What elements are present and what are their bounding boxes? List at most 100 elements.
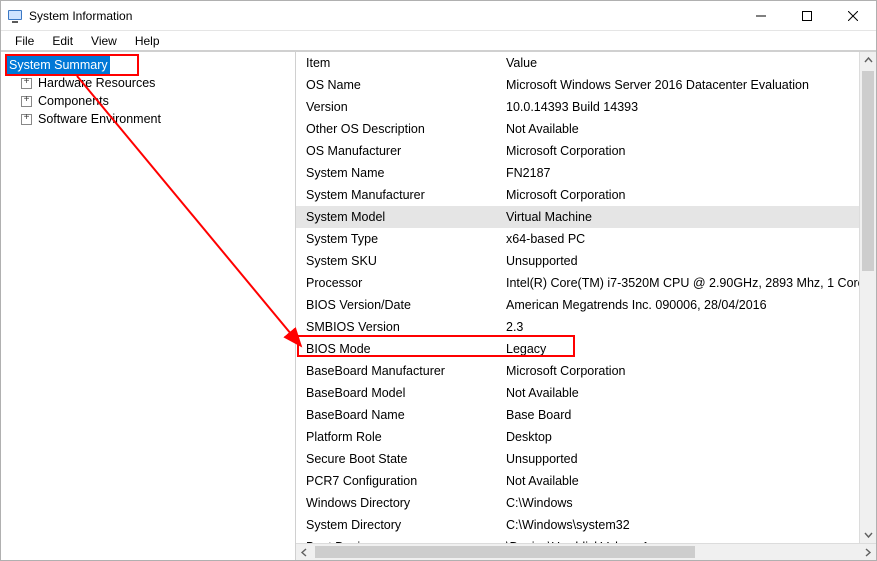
table-row[interactable]: ProcessorIntel(R) Core(TM) i7-3520M CPU …	[296, 272, 876, 294]
cell-value: Unsupported	[496, 250, 876, 272]
titlebar: System Information	[1, 1, 876, 31]
table-row[interactable]: Boot Device\Device\HarddiskVolume1	[296, 536, 876, 543]
table-row[interactable]: System Typex64-based PC	[296, 228, 876, 250]
cell-item: Windows Directory	[296, 492, 496, 514]
cell-value: Virtual Machine	[496, 206, 876, 228]
table-row[interactable]: System ModelVirtual Machine	[296, 206, 876, 228]
scrollbar-thumb[interactable]	[862, 71, 874, 271]
cell-item: PCR7 Configuration	[296, 470, 496, 492]
table-row[interactable]: System DirectoryC:\Windows\system32	[296, 514, 876, 536]
cell-item: System Manufacturer	[296, 184, 496, 206]
minimize-button[interactable]	[738, 1, 784, 30]
cell-item: Boot Device	[296, 536, 496, 543]
tree-node-label: Components	[36, 92, 111, 110]
scrollbar-thumb[interactable]	[315, 546, 695, 558]
cell-item: BIOS Mode	[296, 338, 496, 360]
cell-item: System Type	[296, 228, 496, 250]
cell-item: SMBIOS Version	[296, 316, 496, 338]
vertical-scrollbar[interactable]	[859, 52, 876, 543]
cell-item: BaseBoard Manufacturer	[296, 360, 496, 382]
cell-item: OS Manufacturer	[296, 140, 496, 162]
scroll-up-icon[interactable]	[860, 52, 876, 69]
expand-icon[interactable]	[21, 114, 32, 125]
menu-help[interactable]: Help	[127, 32, 168, 50]
table-row[interactable]: Other OS DescriptionNot Available	[296, 118, 876, 140]
tree-node-components[interactable]: Components	[21, 92, 289, 110]
scrollbar-track[interactable]	[860, 69, 876, 526]
table-row[interactable]: BaseBoard ModelNot Available	[296, 382, 876, 404]
table-row[interactable]: BaseBoard ManufacturerMicrosoft Corporat…	[296, 360, 876, 382]
cell-value: Desktop	[496, 426, 876, 448]
column-header-item[interactable]: Item	[296, 52, 496, 74]
table-row[interactable]: Version10.0.14393 Build 14393	[296, 96, 876, 118]
grid-header-row: Item Value	[296, 52, 876, 74]
maximize-button[interactable]	[784, 1, 830, 30]
detail-panel: Item Value OS NameMicrosoft Windows Serv…	[296, 52, 876, 560]
cell-item: BaseBoard Model	[296, 382, 496, 404]
scroll-left-icon[interactable]	[296, 548, 313, 557]
cell-item: System Model	[296, 206, 496, 228]
table-row[interactable]: PCR7 ConfigurationNot Available	[296, 470, 876, 492]
cell-value: Microsoft Corporation	[496, 184, 876, 206]
menu-view[interactable]: View	[83, 32, 125, 50]
table-row[interactable]: Platform RoleDesktop	[296, 426, 876, 448]
cell-value: x64-based PC	[496, 228, 876, 250]
cell-item: OS Name	[296, 74, 496, 96]
window-title: System Information	[29, 9, 132, 23]
scrollbar-track[interactable]	[313, 544, 859, 560]
table-row[interactable]: OS ManufacturerMicrosoft Corporation	[296, 140, 876, 162]
expand-icon[interactable]	[21, 96, 32, 107]
table-row[interactable]: BIOS Version/DateAmerican Megatrends Inc…	[296, 294, 876, 316]
expand-icon[interactable]	[21, 78, 32, 89]
cell-value: C:\Windows\system32	[496, 514, 876, 536]
content-area: System Summary Hardware Resources Compon…	[1, 51, 876, 560]
table-row[interactable]: Windows DirectoryC:\Windows	[296, 492, 876, 514]
cell-value: Intel(R) Core(TM) i7-3520M CPU @ 2.90GHz…	[496, 272, 876, 294]
menu-file[interactable]: File	[7, 32, 42, 50]
cell-item: BIOS Version/Date	[296, 294, 496, 316]
cell-value: Not Available	[496, 470, 876, 492]
table-row[interactable]: BIOS ModeLegacy	[296, 338, 876, 360]
tree-panel: System Summary Hardware Resources Compon…	[1, 52, 296, 560]
cell-value: \Device\HarddiskVolume1	[496, 536, 876, 543]
cell-value: 2.3	[496, 316, 876, 338]
scroll-down-icon[interactable]	[860, 526, 876, 543]
cell-item: Other OS Description	[296, 118, 496, 140]
tree-node-label: Software Environment	[36, 110, 163, 128]
table-row[interactable]: SMBIOS Version2.3	[296, 316, 876, 338]
tree-node-label: System Summary	[7, 56, 110, 74]
tree-node-software-environment[interactable]: Software Environment	[21, 110, 289, 128]
cell-item: Secure Boot State	[296, 448, 496, 470]
scroll-right-icon[interactable]	[859, 548, 876, 557]
close-button[interactable]	[830, 1, 876, 30]
cell-value: Not Available	[496, 382, 876, 404]
column-header-value[interactable]: Value	[496, 52, 876, 74]
cell-value: C:\Windows	[496, 492, 876, 514]
cell-value: Microsoft Corporation	[496, 360, 876, 382]
cell-value: Base Board	[496, 404, 876, 426]
table-row[interactable]: OS NameMicrosoft Windows Server 2016 Dat…	[296, 74, 876, 96]
properties-grid: Item Value OS NameMicrosoft Windows Serv…	[296, 52, 876, 543]
cell-value: American Megatrends Inc. 090006, 28/04/2…	[496, 294, 876, 316]
system-information-window: System Information File Edit View Help S…	[0, 0, 877, 561]
tree-node-hardware-resources[interactable]: Hardware Resources	[21, 74, 289, 92]
cell-item: Version	[296, 96, 496, 118]
cell-item: Platform Role	[296, 426, 496, 448]
menubar: File Edit View Help	[1, 31, 876, 51]
table-row[interactable]: System ManufacturerMicrosoft Corporation	[296, 184, 876, 206]
table-row[interactable]: Secure Boot StateUnsupported	[296, 448, 876, 470]
table-row[interactable]: System SKUUnsupported	[296, 250, 876, 272]
cell-item: BaseBoard Name	[296, 404, 496, 426]
cell-value: Unsupported	[496, 448, 876, 470]
horizontal-scrollbar[interactable]	[296, 543, 876, 560]
cell-value: Legacy	[496, 338, 876, 360]
menu-edit[interactable]: Edit	[44, 32, 81, 50]
table-row[interactable]: BaseBoard NameBase Board	[296, 404, 876, 426]
table-row[interactable]: System NameFN2187	[296, 162, 876, 184]
cell-item: System Name	[296, 162, 496, 184]
cell-value: 10.0.14393 Build 14393	[496, 96, 876, 118]
tree-node-system-summary[interactable]: System Summary	[7, 56, 289, 74]
cell-value: Microsoft Corporation	[496, 140, 876, 162]
cell-item: System Directory	[296, 514, 496, 536]
app-icon	[7, 8, 23, 24]
